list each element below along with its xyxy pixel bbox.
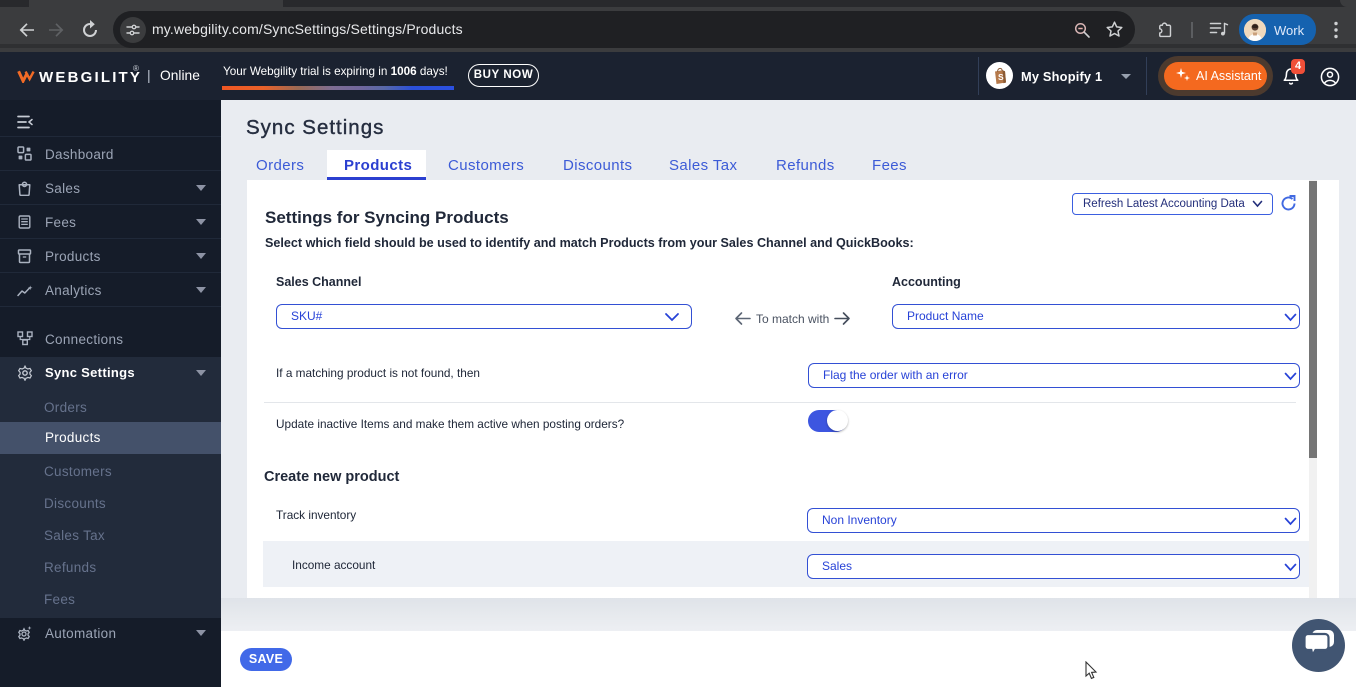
svg-text:S: S — [998, 72, 1004, 82]
